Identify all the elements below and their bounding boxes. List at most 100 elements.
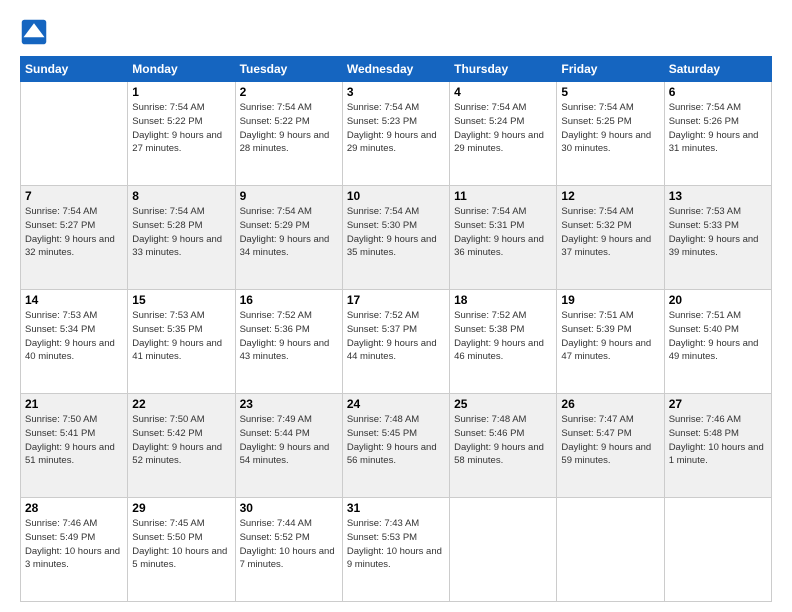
calendar-table: SundayMondayTuesdayWednesdayThursdayFrid…: [20, 56, 772, 602]
calendar-cell: 11 Sunrise: 7:54 AMSunset: 5:31 PMDayligh…: [450, 186, 557, 290]
day-number: 11: [454, 189, 552, 203]
day-info: Sunrise: 7:54 AMSunset: 5:27 PMDaylight:…: [25, 205, 123, 260]
calendar-cell: 26 Sunrise: 7:47 AMSunset: 5:47 PMDayligh…: [557, 394, 664, 498]
calendar-cell: 22 Sunrise: 7:50 AMSunset: 5:42 PMDayligh…: [128, 394, 235, 498]
calendar-cell: 9 Sunrise: 7:54 AMSunset: 5:29 PMDaylight…: [235, 186, 342, 290]
day-number: 27: [669, 397, 767, 411]
logo: [20, 18, 52, 46]
calendar-cell: 8 Sunrise: 7:54 AMSunset: 5:28 PMDaylight…: [128, 186, 235, 290]
weekday-header-thursday: Thursday: [450, 57, 557, 82]
calendar-cell: 1 Sunrise: 7:54 AMSunset: 5:22 PMDaylight…: [128, 82, 235, 186]
calendar-header-row: SundayMondayTuesdayWednesdayThursdayFrid…: [21, 57, 772, 82]
calendar-cell: 28 Sunrise: 7:46 AMSunset: 5:49 PMDayligh…: [21, 498, 128, 602]
weekday-header-monday: Monday: [128, 57, 235, 82]
day-info: Sunrise: 7:48 AMSunset: 5:46 PMDaylight:…: [454, 413, 552, 468]
day-number: 3: [347, 85, 445, 99]
day-info: Sunrise: 7:52 AMSunset: 5:38 PMDaylight:…: [454, 309, 552, 364]
day-info: Sunrise: 7:54 AMSunset: 5:26 PMDaylight:…: [669, 101, 767, 156]
calendar-cell: 7 Sunrise: 7:54 AMSunset: 5:27 PMDaylight…: [21, 186, 128, 290]
day-number: 8: [132, 189, 230, 203]
day-info: Sunrise: 7:49 AMSunset: 5:44 PMDaylight:…: [240, 413, 338, 468]
day-info: Sunrise: 7:47 AMSunset: 5:47 PMDaylight:…: [561, 413, 659, 468]
day-info: Sunrise: 7:50 AMSunset: 5:41 PMDaylight:…: [25, 413, 123, 468]
day-info: Sunrise: 7:53 AMSunset: 5:34 PMDaylight:…: [25, 309, 123, 364]
day-info: Sunrise: 7:45 AMSunset: 5:50 PMDaylight:…: [132, 517, 230, 572]
day-info: Sunrise: 7:54 AMSunset: 5:22 PMDaylight:…: [240, 101, 338, 156]
calendar-cell: 3 Sunrise: 7:54 AMSunset: 5:23 PMDaylight…: [342, 82, 449, 186]
day-number: 4: [454, 85, 552, 99]
day-number: 7: [25, 189, 123, 203]
calendar-cell: 18 Sunrise: 7:52 AMSunset: 5:38 PMDayligh…: [450, 290, 557, 394]
day-info: Sunrise: 7:53 AMSunset: 5:35 PMDaylight:…: [132, 309, 230, 364]
calendar-week-row: 21 Sunrise: 7:50 AMSunset: 5:41 PMDayligh…: [21, 394, 772, 498]
day-info: Sunrise: 7:54 AMSunset: 5:24 PMDaylight:…: [454, 101, 552, 156]
calendar-cell: [664, 498, 771, 602]
day-number: 21: [25, 397, 123, 411]
day-info: Sunrise: 7:51 AMSunset: 5:40 PMDaylight:…: [669, 309, 767, 364]
day-number: 30: [240, 501, 338, 515]
day-info: Sunrise: 7:51 AMSunset: 5:39 PMDaylight:…: [561, 309, 659, 364]
calendar-cell: 16 Sunrise: 7:52 AMSunset: 5:36 PMDayligh…: [235, 290, 342, 394]
calendar-cell: 4 Sunrise: 7:54 AMSunset: 5:24 PMDaylight…: [450, 82, 557, 186]
calendar-week-row: 28 Sunrise: 7:46 AMSunset: 5:49 PMDayligh…: [21, 498, 772, 602]
weekday-header-tuesday: Tuesday: [235, 57, 342, 82]
calendar-cell: [450, 498, 557, 602]
day-number: 31: [347, 501, 445, 515]
day-number: 19: [561, 293, 659, 307]
day-info: Sunrise: 7:54 AMSunset: 5:31 PMDaylight:…: [454, 205, 552, 260]
day-number: 29: [132, 501, 230, 515]
day-number: 28: [25, 501, 123, 515]
day-number: 12: [561, 189, 659, 203]
calendar-cell: 27 Sunrise: 7:46 AMSunset: 5:48 PMDayligh…: [664, 394, 771, 498]
day-number: 1: [132, 85, 230, 99]
day-info: Sunrise: 7:52 AMSunset: 5:36 PMDaylight:…: [240, 309, 338, 364]
day-info: Sunrise: 7:46 AMSunset: 5:49 PMDaylight:…: [25, 517, 123, 572]
calendar-cell: 17 Sunrise: 7:52 AMSunset: 5:37 PMDayligh…: [342, 290, 449, 394]
day-info: Sunrise: 7:44 AMSunset: 5:52 PMDaylight:…: [240, 517, 338, 572]
day-number: 5: [561, 85, 659, 99]
day-number: 26: [561, 397, 659, 411]
day-info: Sunrise: 7:54 AMSunset: 5:23 PMDaylight:…: [347, 101, 445, 156]
day-info: Sunrise: 7:54 AMSunset: 5:28 PMDaylight:…: [132, 205, 230, 260]
day-number: 9: [240, 189, 338, 203]
day-number: 20: [669, 293, 767, 307]
day-number: 23: [240, 397, 338, 411]
day-number: 2: [240, 85, 338, 99]
day-info: Sunrise: 7:54 AMSunset: 5:25 PMDaylight:…: [561, 101, 659, 156]
calendar-cell: 6 Sunrise: 7:54 AMSunset: 5:26 PMDaylight…: [664, 82, 771, 186]
calendar-cell: 2 Sunrise: 7:54 AMSunset: 5:22 PMDaylight…: [235, 82, 342, 186]
day-number: 17: [347, 293, 445, 307]
day-info: Sunrise: 7:52 AMSunset: 5:37 PMDaylight:…: [347, 309, 445, 364]
calendar-cell: 12 Sunrise: 7:54 AMSunset: 5:32 PMDayligh…: [557, 186, 664, 290]
weekday-header-friday: Friday: [557, 57, 664, 82]
day-info: Sunrise: 7:48 AMSunset: 5:45 PMDaylight:…: [347, 413, 445, 468]
calendar-cell: 10Sunrise: 7:54 AMSunset: 5:30 PMDayligh…: [342, 186, 449, 290]
calendar-cell: 5 Sunrise: 7:54 AMSunset: 5:25 PMDaylight…: [557, 82, 664, 186]
day-info: Sunrise: 7:50 AMSunset: 5:42 PMDaylight:…: [132, 413, 230, 468]
calendar-cell: 15Sunrise: 7:53 AMSunset: 5:35 PMDayligh…: [128, 290, 235, 394]
day-info: Sunrise: 7:54 AMSunset: 5:22 PMDaylight:…: [132, 101, 230, 156]
day-number: 24: [347, 397, 445, 411]
page: SundayMondayTuesdayWednesdayThursdayFrid…: [0, 0, 792, 612]
day-number: 22: [132, 397, 230, 411]
calendar-cell: [21, 82, 128, 186]
calendar-week-row: 1 Sunrise: 7:54 AMSunset: 5:22 PMDaylight…: [21, 82, 772, 186]
calendar-cell: 20 Sunrise: 7:51 AMSunset: 5:40 PMDayligh…: [664, 290, 771, 394]
calendar-cell: 23 Sunrise: 7:49 AMSunset: 5:44 PMDayligh…: [235, 394, 342, 498]
day-info: Sunrise: 7:54 AMSunset: 5:29 PMDaylight:…: [240, 205, 338, 260]
day-info: Sunrise: 7:54 AMSunset: 5:32 PMDaylight:…: [561, 205, 659, 260]
calendar-cell: 21 Sunrise: 7:50 AMSunset: 5:41 PMDayligh…: [21, 394, 128, 498]
day-number: 25: [454, 397, 552, 411]
calendar-cell: 14Sunrise: 7:53 AMSunset: 5:34 PMDayligh…: [21, 290, 128, 394]
day-number: 6: [669, 85, 767, 99]
day-number: 16: [240, 293, 338, 307]
calendar-cell: [557, 498, 664, 602]
day-number: 18: [454, 293, 552, 307]
day-info: Sunrise: 7:46 AMSunset: 5:48 PMDaylight:…: [669, 413, 767, 468]
calendar-cell: 29 Sunrise: 7:45 AMSunset: 5:50 PMDayligh…: [128, 498, 235, 602]
calendar-cell: 19 Sunrise: 7:51 AMSunset: 5:39 PMDayligh…: [557, 290, 664, 394]
weekday-header-sunday: Sunday: [21, 57, 128, 82]
header: [20, 18, 772, 46]
calendar-cell: 25 Sunrise: 7:48 AMSunset: 5:46 PMDayligh…: [450, 394, 557, 498]
weekday-header-saturday: Saturday: [664, 57, 771, 82]
